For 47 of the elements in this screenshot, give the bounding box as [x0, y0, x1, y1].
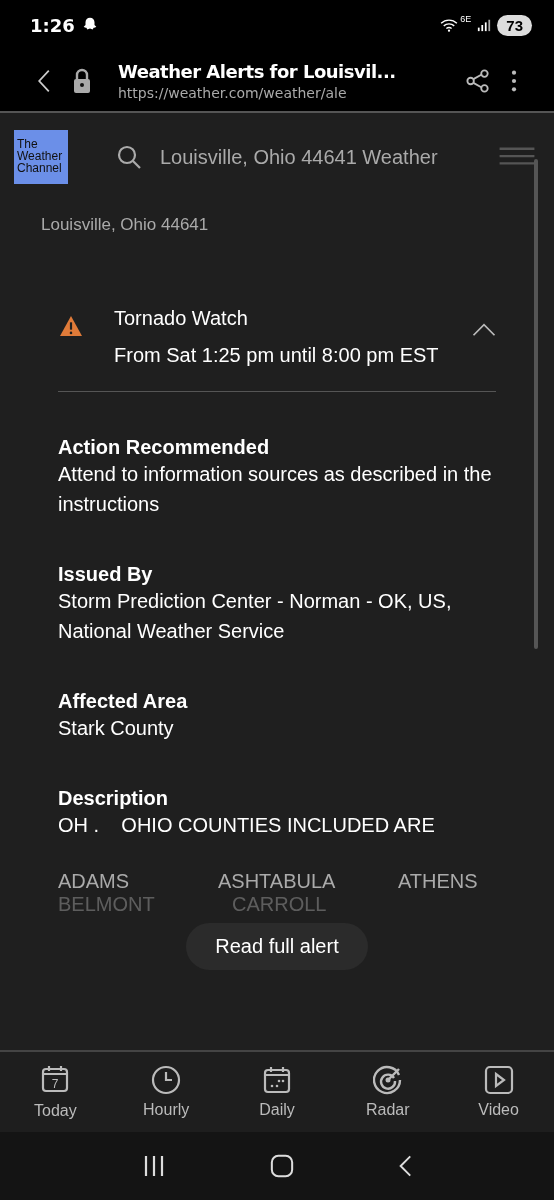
recent-apps-icon[interactable] [142, 1154, 166, 1178]
section-heading: Issued By [58, 563, 154, 586]
county-name: ATHENS [398, 870, 479, 893]
network-label: 6E [460, 14, 472, 24]
nav-tab[interactable]: Daily [237, 1065, 317, 1119]
alert-header[interactable]: Tornado Watch From Sat 1:25 pm until 8:00 pm EST [58, 293, 496, 392]
wifi-icon [440, 18, 459, 32]
signal-icon [477, 18, 492, 32]
section-heading: Description [58, 787, 170, 810]
home-icon[interactable] [270, 1154, 294, 1178]
section-text: Attend to information sources as described in the instructions [58, 462, 493, 517]
battery-indicator: 73 [497, 14, 532, 36]
section-heading: Action Recommended [58, 436, 271, 459]
back-icon[interactable] [398, 1154, 412, 1178]
play-icon [483, 1065, 514, 1095]
url-text[interactable]: https://weather.com/weather/ale [118, 84, 446, 101]
county-name: ADAMS [58, 870, 131, 893]
alert-title: Tornado Watch [114, 307, 249, 330]
county-name: CARROLL [231, 893, 328, 911]
lock-icon [72, 67, 92, 94]
clock-icon [151, 1065, 182, 1095]
nav-tab[interactable]: Hourly [126, 1065, 207, 1119]
read-full-alert-button[interactable]: Read full alert [186, 923, 368, 970]
logo[interactable]: The Weather Channel [14, 130, 68, 184]
section-text: Stark County [58, 716, 175, 741]
nav-tab[interactable]: Radar [347, 1065, 428, 1119]
share-icon[interactable] [466, 68, 490, 93]
status-time: 1:26 [30, 14, 75, 36]
back-icon[interactable] [36, 67, 52, 94]
search-icon [116, 144, 142, 170]
alert-time: From Sat 1:25 pm until 8:00 pm EST [114, 344, 440, 367]
page-title: Weather Alerts for Louisvil... [118, 60, 397, 82]
section-heading: Affected Area [58, 690, 189, 713]
more-icon[interactable] [510, 68, 518, 93]
chevron-icon[interactable] [472, 323, 496, 337]
calendar-icon [262, 1065, 292, 1095]
nav-tab[interactable]: 7 Today [15, 1064, 96, 1120]
calendar-icon: 7 [40, 1064, 71, 1094]
warning-icon [58, 315, 84, 337]
location-text: Louisville, Ohio 44641 [41, 215, 210, 235]
radar-icon [372, 1065, 403, 1095]
county-name: BELMONT [58, 893, 156, 911]
nav-tab[interactable]: Video [458, 1065, 539, 1119]
search-field[interactable]: Louisville, Ohio 44641 Weather [116, 144, 486, 170]
section-text: OH . OHIO COUNTIES INCLUDED ARE [58, 813, 436, 838]
county-name: ASHTABULA [218, 870, 337, 893]
section-text: Storm Prediction Center - Norman - OK, US, National Weather Service [58, 589, 453, 644]
